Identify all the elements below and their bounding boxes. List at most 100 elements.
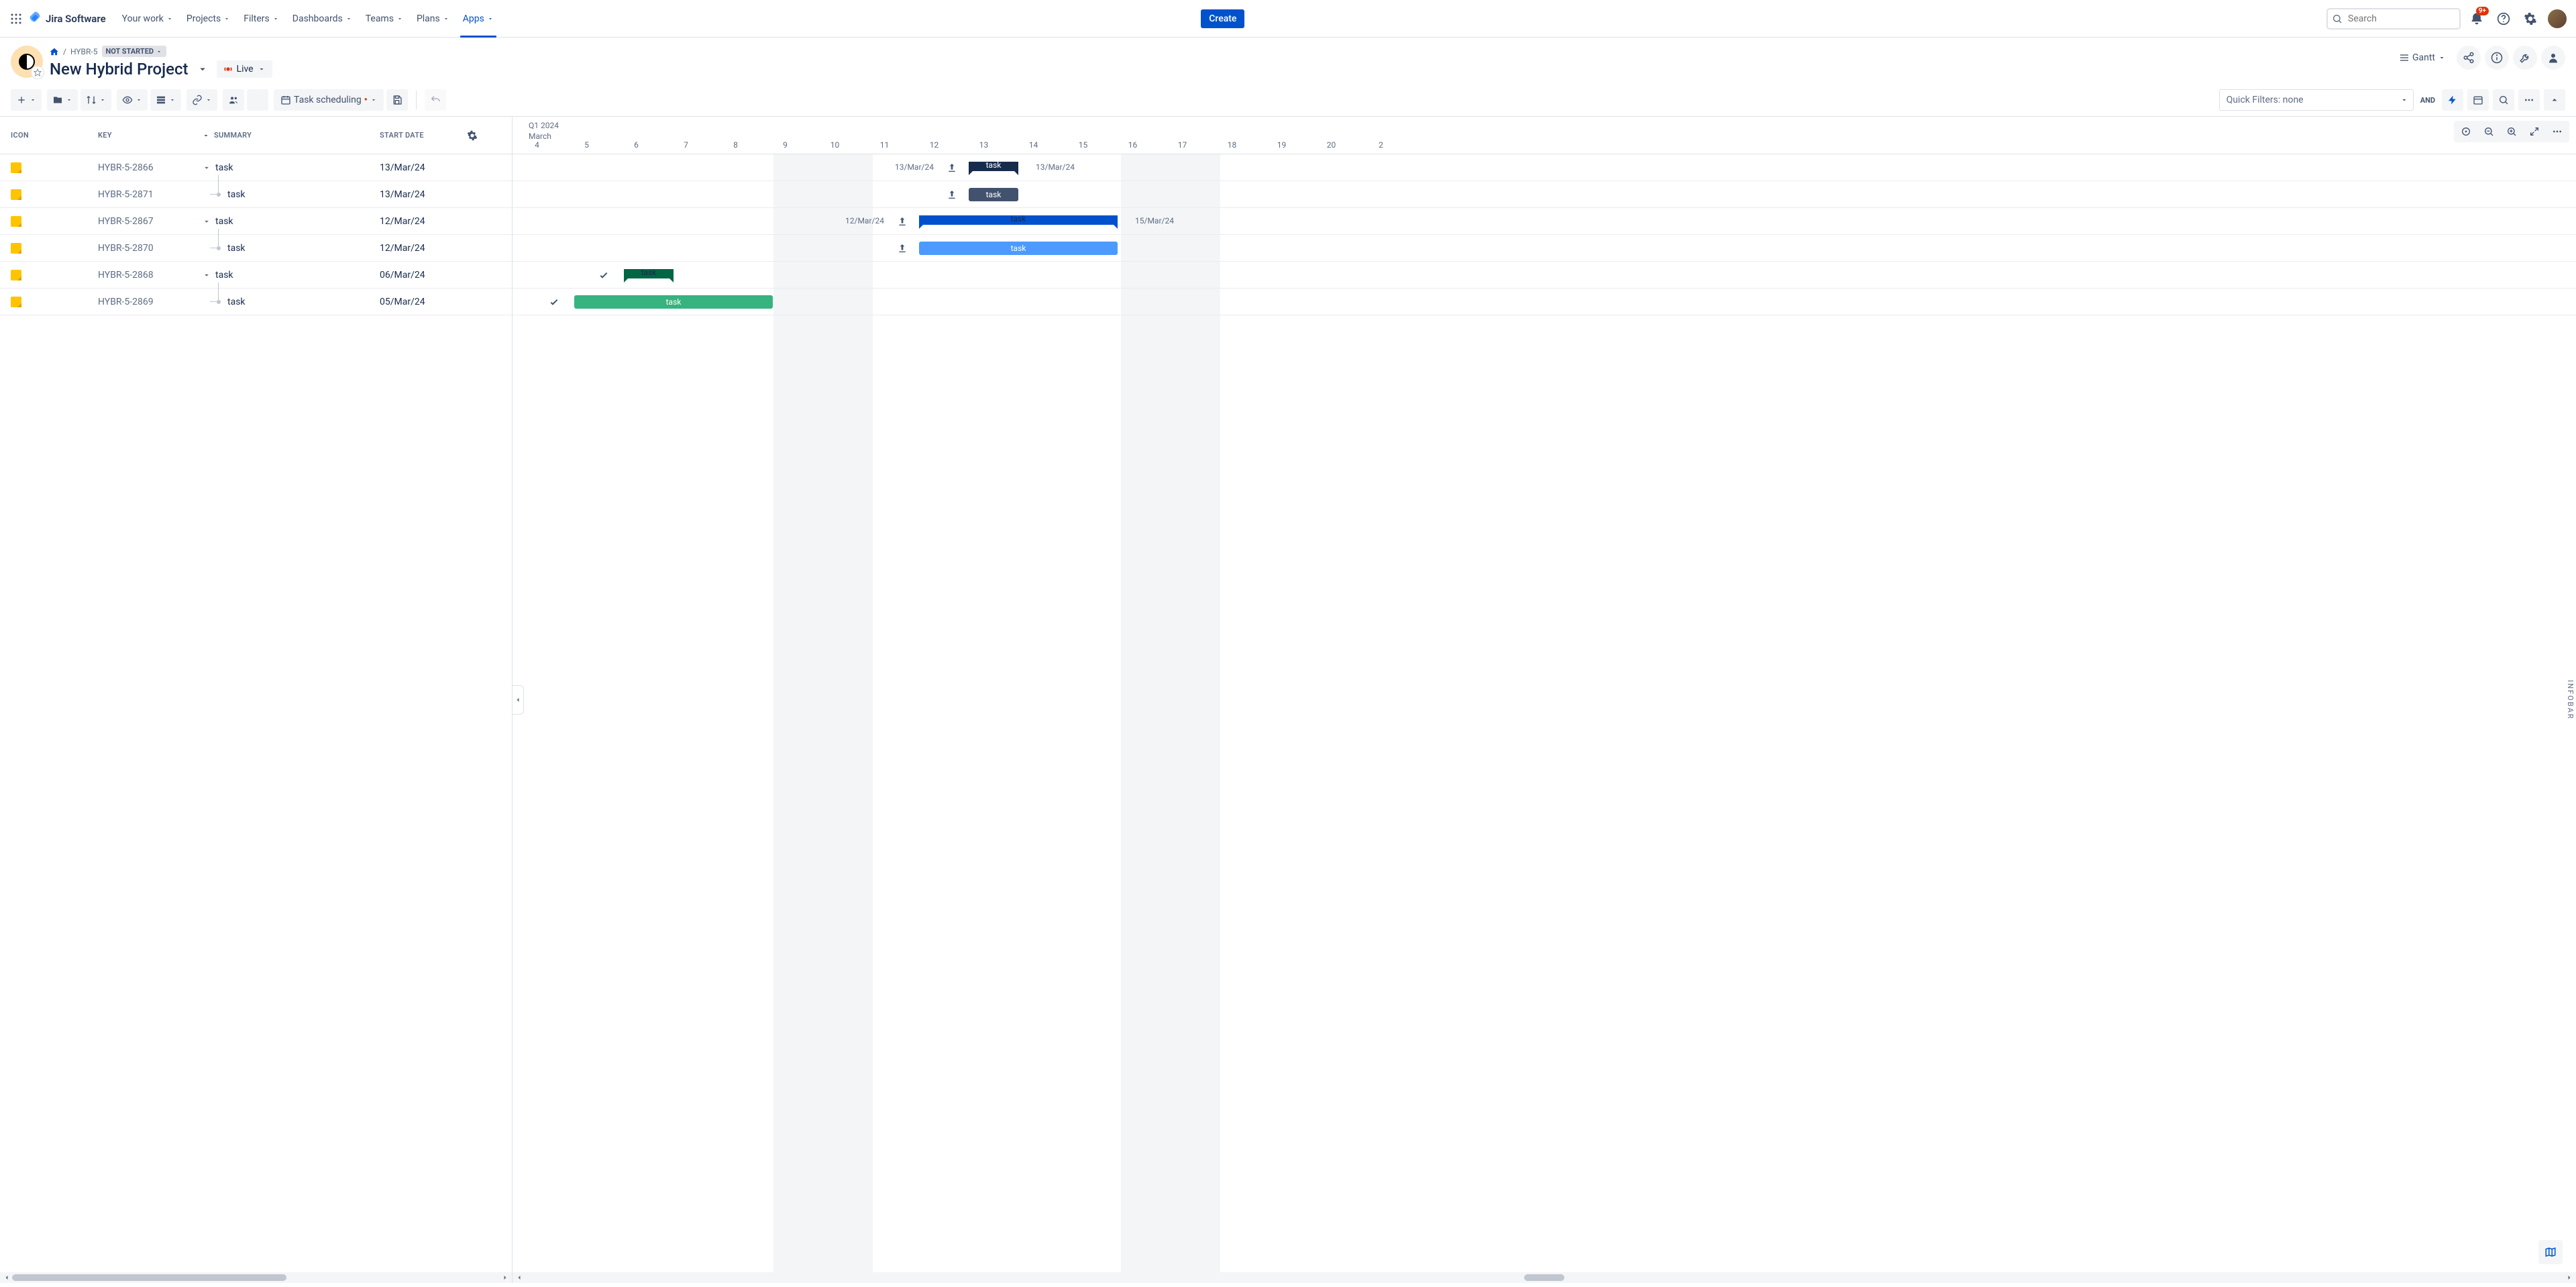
col-summary[interactable]: SUMMARY xyxy=(202,131,380,140)
gantt-bar[interactable]: task xyxy=(919,242,1118,255)
infobar-tab[interactable]: INFOBAR xyxy=(2565,672,2576,727)
info-button[interactable] xyxy=(2485,46,2509,70)
gantt-bar[interactable]: task xyxy=(574,295,773,309)
nav-plans[interactable]: Plans xyxy=(411,9,455,28)
task-key[interactable]: HYBR-5-2870 xyxy=(98,243,202,254)
create-button[interactable]: Create xyxy=(1201,9,1244,28)
breadcrumb-key[interactable]: HYBR-5 xyxy=(70,47,98,56)
gantt-bar[interactable]: task xyxy=(624,269,674,278)
search-input[interactable] xyxy=(2326,8,2461,30)
task-row[interactable]: HYBR-5-2869task05/Mar/24 xyxy=(0,289,512,315)
chevron-down-icon[interactable] xyxy=(197,63,209,75)
notifications-button[interactable]: 9+ xyxy=(2466,8,2487,30)
project-icon[interactable] xyxy=(11,46,43,78)
chevron-down-icon[interactable] xyxy=(202,217,211,226)
upload-icon[interactable] xyxy=(897,243,908,254)
upload-icon[interactable] xyxy=(947,162,957,173)
link-button[interactable] xyxy=(186,89,217,111)
upload-icon[interactable] xyxy=(947,189,957,200)
nav-filters[interactable]: Filters xyxy=(238,9,284,28)
add-button[interactable] xyxy=(11,89,42,111)
status-chip[interactable]: NOT STARTED xyxy=(102,46,167,57)
nav-your-work[interactable]: Your work xyxy=(117,9,178,28)
scrollbar-thumb[interactable] xyxy=(1524,1274,1565,1281)
export-button[interactable] xyxy=(247,89,268,111)
save-button[interactable] xyxy=(386,89,408,111)
breadcrumb-home[interactable] xyxy=(50,47,59,56)
configure-button[interactable] xyxy=(2513,46,2537,70)
gantt-bar[interactable]: task xyxy=(969,162,1018,171)
timeline-day: 2 xyxy=(1356,140,1406,154)
gantt-bar[interactable]: task xyxy=(969,188,1018,201)
arrow-right-icon[interactable] xyxy=(2565,1274,2573,1282)
layout-button[interactable] xyxy=(150,89,181,111)
zoom-more-button[interactable] xyxy=(2546,122,2568,141)
task-start-date: 13/Mar/24 xyxy=(380,189,467,200)
col-icon[interactable]: ICON xyxy=(11,131,98,140)
left-hscroll[interactable] xyxy=(0,1272,512,1283)
view-switcher[interactable]: Gantt xyxy=(2392,48,2453,67)
nav-teams[interactable]: Teams xyxy=(360,9,409,28)
task-key[interactable]: HYBR-5-2871 xyxy=(98,189,202,200)
search-button[interactable] xyxy=(2493,89,2514,111)
task-scheduling-button[interactable]: Task scheduling• xyxy=(274,89,384,111)
task-key[interactable]: HYBR-5-2867 xyxy=(98,216,202,227)
arrow-right-icon[interactable] xyxy=(501,1274,509,1282)
task-row[interactable]: HYBR-5-2867task12/Mar/24 xyxy=(0,208,512,235)
task-row[interactable]: HYBR-5-2871task13/Mar/24 xyxy=(0,181,512,208)
upload-icon[interactable] xyxy=(897,216,908,227)
nav-dashboards[interactable]: Dashboards xyxy=(287,9,358,28)
map-button[interactable] xyxy=(2538,1240,2563,1264)
collapse-handle[interactable] xyxy=(513,685,524,715)
gantt-chart[interactable]: 13/Mar/24 task 13/Mar/24 task 12/Mar/24 … xyxy=(513,154,2576,1272)
zoom-in-icon xyxy=(2506,126,2517,137)
task-row[interactable]: HYBR-5-2868task06/Mar/24 xyxy=(0,262,512,289)
task-row[interactable]: HYBR-5-2870task12/Mar/24 xyxy=(0,235,512,262)
task-row[interactable]: HYBR-5-2866task13/Mar/24 xyxy=(0,154,512,181)
timeline-day: 6 xyxy=(612,140,661,154)
arrow-left-icon[interactable] xyxy=(3,1274,11,1282)
nav-apps[interactable]: Apps xyxy=(458,9,499,28)
share-button[interactable] xyxy=(2457,46,2481,70)
col-settings[interactable] xyxy=(467,130,501,141)
help-button[interactable] xyxy=(2493,8,2514,30)
collapse-up-button[interactable] xyxy=(2544,89,2565,111)
fullscreen-button[interactable] xyxy=(2524,122,2545,141)
folder-button[interactable] xyxy=(47,89,78,111)
star-icon[interactable] xyxy=(31,66,44,79)
undo-button[interactable] xyxy=(425,89,446,111)
live-indicator[interactable]: Live xyxy=(217,60,272,78)
col-start-date[interactable]: START DATE xyxy=(380,131,467,140)
gantt-hscroll[interactable] xyxy=(513,1272,2576,1283)
quick-filters-select[interactable] xyxy=(2219,89,2414,111)
zoom-today-button[interactable] xyxy=(2455,122,2477,141)
task-key[interactable]: HYBR-5-2869 xyxy=(98,297,202,307)
lightning-button[interactable] xyxy=(2442,89,2463,111)
nav-projects[interactable]: Projects xyxy=(181,9,235,28)
visibility-button[interactable] xyxy=(117,89,148,111)
task-key[interactable]: HYBR-5-2866 xyxy=(98,162,202,173)
task-key[interactable]: HYBR-5-2868 xyxy=(98,270,202,280)
timeline-day: 16 xyxy=(1108,140,1158,154)
arrow-left-icon[interactable] xyxy=(515,1274,523,1282)
chevron-down-icon[interactable] xyxy=(202,163,211,172)
zoom-out-button[interactable] xyxy=(2478,122,2500,141)
download-icon xyxy=(252,95,263,105)
zoom-in-button[interactable] xyxy=(2501,122,2522,141)
jira-logo[interactable]: Jira Software xyxy=(27,11,106,27)
settings-button[interactable] xyxy=(2520,8,2541,30)
col-key[interactable]: KEY xyxy=(98,131,202,140)
app-switcher-icon[interactable] xyxy=(8,11,24,27)
sort-button[interactable] xyxy=(80,89,111,111)
user-avatar[interactable] xyxy=(2546,8,2568,30)
chevron-down-icon[interactable] xyxy=(202,270,211,280)
scrollbar-thumb[interactable] xyxy=(12,1274,286,1281)
timeline-day: 15 xyxy=(1059,140,1108,154)
more-button[interactable] xyxy=(2518,89,2540,111)
team-button[interactable] xyxy=(223,89,244,111)
gantt-bar[interactable]: task xyxy=(919,215,1118,225)
calendar-button[interactable] xyxy=(2467,89,2489,111)
notification-badge: 9+ xyxy=(2476,7,2489,15)
layout-icon xyxy=(156,95,166,105)
person-button[interactable] xyxy=(2541,46,2565,70)
